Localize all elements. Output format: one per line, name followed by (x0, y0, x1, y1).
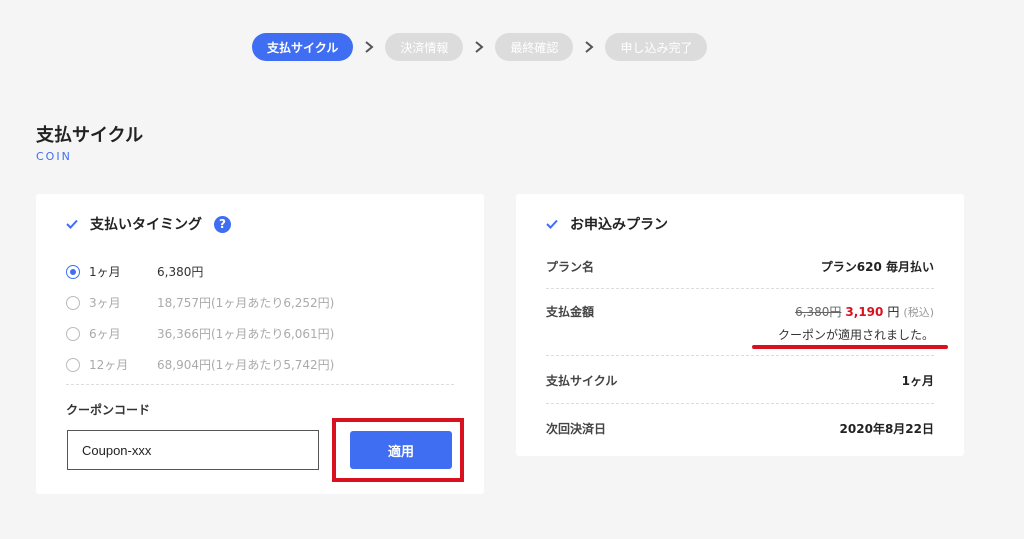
plan-summary-title: お申込みプラン (570, 217, 668, 233)
option-price: 18,757円 (157, 296, 211, 310)
radio-button[interactable] (66, 326, 80, 341)
progress-stepper: 支払サイクル 決済情報 最終確認 申し込み完了 (252, 33, 708, 61)
option-detail: (1ヶ月あたり5,742円) (211, 358, 335, 372)
payment-cycle-label: 支払サイクル (546, 374, 618, 388)
radio-button[interactable] (66, 295, 80, 310)
option-price: 6,380円 (157, 265, 204, 279)
tax-note: (税込) (903, 306, 934, 319)
option-12-months[interactable]: 12ヶ月 68,904円 (1ヶ月あたり5,742円) (66, 349, 456, 380)
plan-name-value: プラン620 毎月払い (820, 260, 934, 274)
option-6-months[interactable]: 6ヶ月 36,366円 (1ヶ月あたり6,061円) (66, 318, 456, 349)
plan-summary-header: お申込みプラン (546, 214, 668, 234)
payment-amount-label: 支払金額 (546, 305, 595, 319)
step-payment-cycle: 支払サイクル (252, 33, 354, 61)
coupon-applied-message: クーポンが適用されました。 (777, 328, 934, 342)
discounted-price: 3,190 (845, 305, 884, 319)
help-icon[interactable]: ? (214, 215, 231, 233)
payment-timing-options: 1ヶ月 6,380円 3ヶ月 18,757円 (1ヶ月あたり6,252円) 6ヶ… (66, 256, 456, 380)
next-payment-value: 2020年8月22日 (839, 422, 934, 436)
option-period: 6ヶ月 (89, 327, 121, 341)
next-payment-row: 次回決済日 2020年8月22日 (546, 404, 934, 452)
option-price: 68,904円 (157, 358, 211, 372)
option-period: 3ヶ月 (89, 296, 121, 310)
option-period: 12ヶ月 (89, 358, 129, 372)
check-icon (546, 219, 558, 229)
payment-timing-title: 支払いタイミング (90, 217, 202, 233)
coupon-label: クーポンコード (66, 403, 151, 417)
step-final-confirm: 最終確認 (495, 33, 574, 61)
payment-timing-card: 支払いタイミング ? 1ヶ月 6,380円 3ヶ月 18,757円 (1ヶ月あた… (36, 194, 484, 494)
option-1-month[interactable]: 1ヶ月 6,380円 (66, 256, 456, 287)
payment-cycle-value: 1ヶ月 (901, 374, 934, 388)
plan-name-row: プラン名 プラン620 毎月払い (546, 244, 934, 289)
check-icon (66, 219, 78, 229)
option-price: 36,366円 (157, 327, 211, 341)
radio-button[interactable] (66, 264, 80, 279)
option-detail: (1ヶ月あたり6,252円) (211, 296, 335, 310)
option-detail: (1ヶ月あたり6,061円) (211, 327, 335, 341)
plan-name-label: プラン名 (546, 260, 595, 274)
page-subtitle: COIN (36, 150, 72, 163)
option-period: 1ヶ月 (89, 265, 121, 279)
annotation-underline (752, 345, 948, 349)
step-complete: 申し込み完了 (605, 33, 708, 61)
step-payment-info: 決済情報 (385, 33, 464, 61)
currency-unit: 円 (887, 305, 900, 319)
payment-timing-header: 支払いタイミング ? (66, 214, 231, 234)
plan-summary-card: お申込みプラン プラン名 プラン620 毎月払い 支払金額 6,380円 3,19… (516, 194, 964, 456)
page-title: 支払サイクル (36, 125, 144, 146)
coupon-input[interactable] (67, 430, 319, 470)
payment-cycle-row: 支払サイクル 1ヶ月 (546, 356, 934, 404)
next-payment-label: 次回決済日 (546, 422, 607, 436)
chevron-right-icon (463, 33, 495, 61)
option-3-months[interactable]: 3ヶ月 18,757円 (1ヶ月あたり6,252円) (66, 287, 456, 318)
chevron-right-icon (353, 33, 385, 61)
apply-coupon-button[interactable]: 適用 (350, 431, 452, 469)
divider (66, 384, 454, 385)
payment-amount-value: 6,380円 3,190 円 (税込) クーポンが適用されました。 (778, 303, 934, 343)
radio-button[interactable] (66, 357, 80, 372)
chevron-right-icon (573, 33, 605, 61)
original-price: 6,380円 (795, 305, 842, 319)
